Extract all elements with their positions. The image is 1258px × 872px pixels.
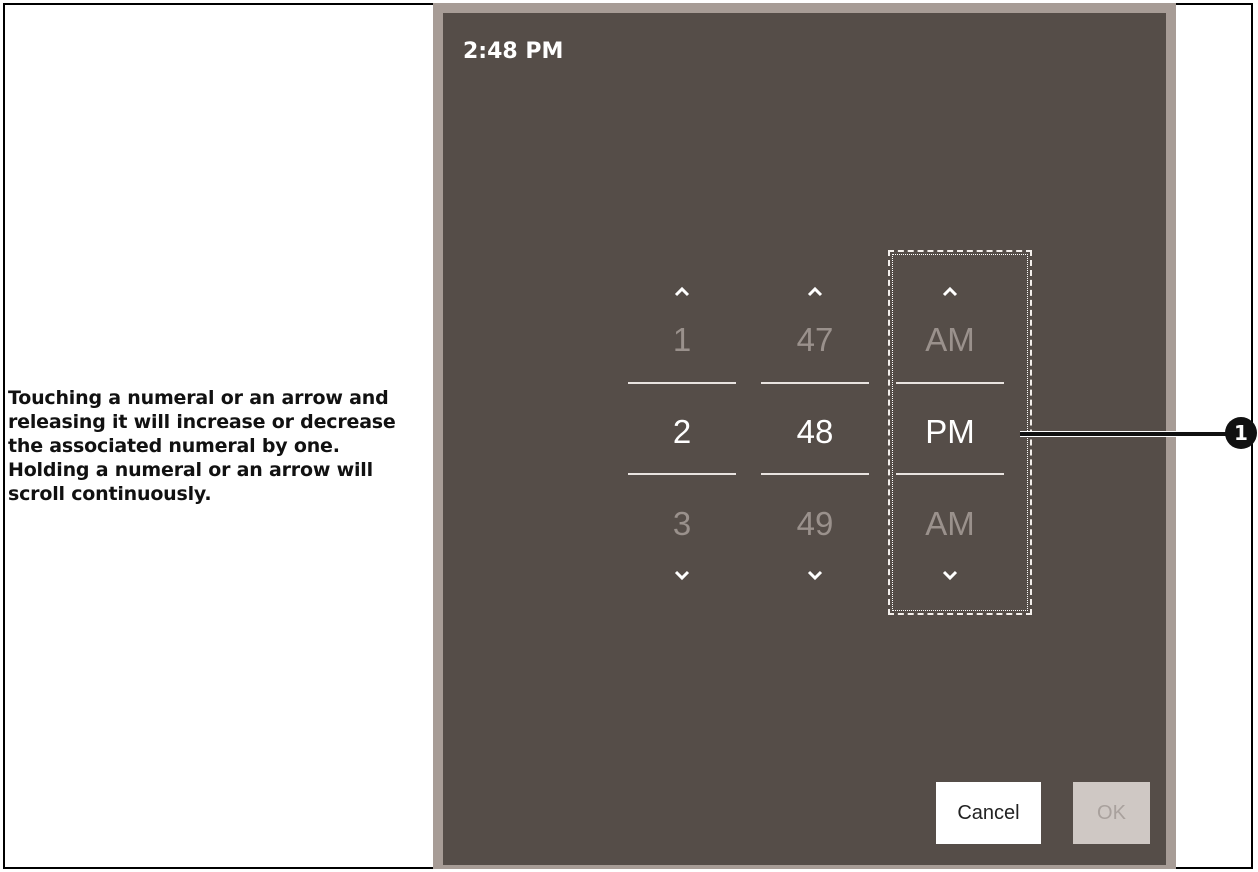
minute-down-arrow-icon[interactable] [761, 566, 869, 586]
hour-divider-top [628, 382, 736, 384]
minute-column: 47 48 49 [761, 273, 869, 613]
hour-column: 1 2 3 [628, 273, 736, 613]
hour-down-arrow-icon[interactable] [628, 566, 736, 586]
callout-number-marker: 1 [1225, 417, 1257, 449]
current-time-display: 2:48 PM [463, 39, 564, 64]
period-highlight-box [888, 250, 1032, 615]
hour-divider-bottom [628, 473, 736, 475]
minute-divider-top [761, 382, 869, 384]
cancel-button[interactable]: Cancel [936, 782, 1041, 844]
hour-prev-value[interactable]: 1 [628, 321, 736, 359]
minute-up-arrow-icon[interactable] [761, 281, 869, 301]
time-picker-screen: 2:48 PM 1 2 3 47 48 49 AM PM AM Cancel O… [443, 13, 1166, 865]
hour-current-value[interactable]: 2 [628, 413, 736, 451]
annotation-text: Touching a numeral or an arrow and relea… [8, 387, 396, 505]
minute-current-value[interactable]: 48 [761, 413, 869, 451]
hour-next-value[interactable]: 3 [628, 505, 736, 543]
hour-up-arrow-icon[interactable] [628, 281, 736, 301]
minute-prev-value[interactable]: 47 [761, 321, 869, 359]
minute-next-value[interactable]: 49 [761, 505, 869, 543]
minute-divider-bottom [761, 473, 869, 475]
callout-leader-line [1020, 431, 1232, 437]
ok-button[interactable]: OK [1073, 782, 1150, 844]
